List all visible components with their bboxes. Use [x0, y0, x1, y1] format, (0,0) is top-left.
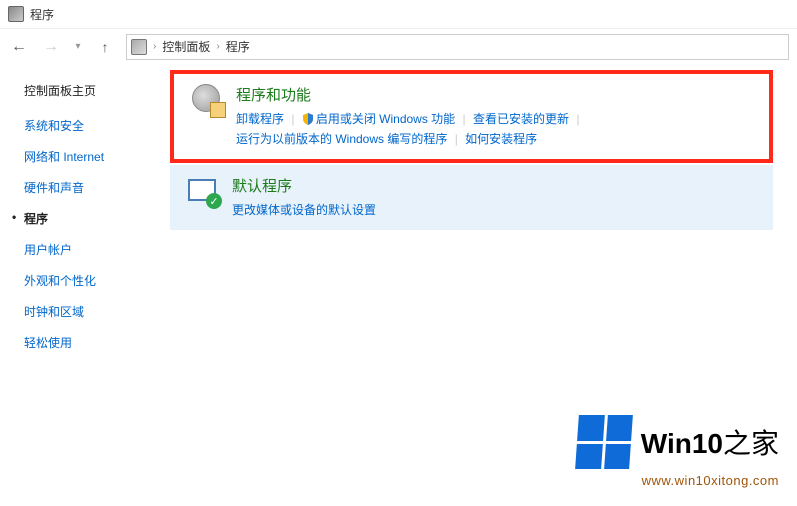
sidebar-item-user-accounts[interactable]: 用户帐户	[24, 241, 170, 258]
link-windows-features[interactable]: 启用或关闭 Windows 功能	[316, 112, 455, 126]
sidebar-item-system-security[interactable]: 系统和安全	[24, 117, 170, 134]
link-divider: |	[451, 132, 462, 146]
sidebar-item-hardware-sound[interactable]: 硬件和声音	[24, 179, 170, 196]
control-panel-icon	[131, 39, 147, 55]
sidebar-item-programs[interactable]: 程序	[24, 210, 170, 227]
sidebar-item-clock-region[interactable]: 时钟和区域	[24, 303, 170, 320]
sidebar-item-ease-of-access[interactable]: 轻松使用	[24, 334, 170, 351]
programs-features-icon	[192, 84, 224, 116]
section-default-programs-wrap: ✓ 默认程序 更改媒体或设备的默认设置	[170, 165, 773, 230]
section-links: 卸载程序 | 启用或关闭 Windows 功能 | 查看已安装的更新 | 运行为…	[236, 109, 755, 149]
default-programs-icon: ✓	[188, 175, 220, 207]
section-links: 更改媒体或设备的默认设置	[232, 200, 759, 220]
link-divider: |	[572, 112, 583, 126]
sidebar: 控制面板主页 系统和安全 网络和 Internet 硬件和声音 程序 用户帐户 …	[0, 64, 170, 506]
sidebar-item-network-internet[interactable]: 网络和 Internet	[24, 148, 170, 165]
link-media-device-defaults[interactable]: 更改媒体或设备的默认设置	[232, 203, 376, 217]
titlebar: 程序	[0, 0, 797, 28]
breadcrumb-root[interactable]: 控制面板	[162, 38, 210, 55]
breadcrumb-current[interactable]: 程序	[226, 38, 250, 55]
link-installed-updates[interactable]: 查看已安装的更新	[473, 112, 569, 126]
sidebar-home[interactable]: 控制面板主页	[24, 82, 170, 99]
sidebar-item-appearance[interactable]: 外观和个性化	[24, 272, 170, 289]
link-divider: |	[459, 112, 470, 126]
link-compatibility[interactable]: 运行为以前版本的 Windows 编写的程序	[236, 132, 447, 146]
section-programs-features: 程序和功能 卸载程序 | 启用或关闭 Windows 功能 | 查看已安装的更新…	[174, 74, 769, 159]
address-bar[interactable]: › 控制面板 › 程序	[126, 34, 789, 60]
windows-logo-icon	[575, 415, 633, 469]
link-divider: |	[287, 112, 298, 126]
section-title-default-programs[interactable]: 默认程序	[232, 175, 759, 196]
chevron-right-icon: ›	[214, 41, 221, 52]
link-uninstall-program[interactable]: 卸载程序	[236, 112, 284, 126]
watermark-brand: Win10之家	[641, 422, 779, 462]
chevron-right-icon: ›	[151, 41, 158, 52]
history-chevron-icon[interactable]: ▾	[72, 41, 84, 52]
watermark: Win10之家 www.win10xitong.com	[577, 415, 779, 488]
nav-toolbar: ← → ▾ ↑ › 控制面板 › 程序	[0, 28, 797, 64]
watermark-url: www.win10xitong.com	[577, 473, 779, 488]
section-title-programs-features[interactable]: 程序和功能	[236, 84, 755, 105]
shield-icon	[302, 111, 314, 123]
link-how-install[interactable]: 如何安装程序	[465, 132, 537, 146]
window-title: 程序	[30, 6, 54, 23]
forward-button[interactable]: →	[40, 36, 62, 58]
back-button[interactable]: ←	[8, 36, 30, 58]
up-button[interactable]: ↑	[94, 36, 116, 58]
section-default-programs: ✓ 默认程序 更改媒体或设备的默认设置	[170, 165, 773, 230]
app-icon	[8, 6, 24, 22]
highlight-box: 程序和功能 卸载程序 | 启用或关闭 Windows 功能 | 查看已安装的更新…	[170, 70, 773, 163]
